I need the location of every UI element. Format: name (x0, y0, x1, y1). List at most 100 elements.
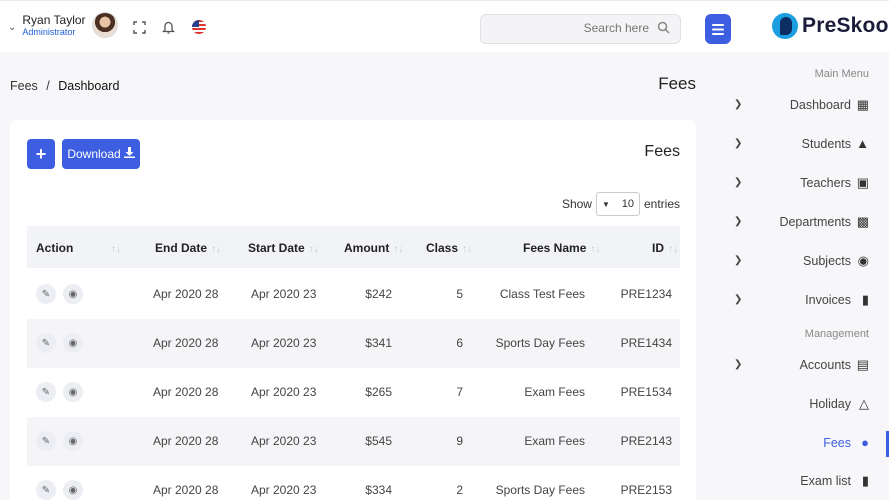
cell-amount: $334 (365, 483, 392, 497)
sidebar-item-label: Holiday (809, 397, 851, 411)
sort-icon: ↑↓ (668, 244, 678, 255)
sort-icon: ↑↓ (590, 244, 601, 255)
entries-select[interactable]: ▼ 10 (595, 192, 640, 216)
breadcrumb-separator: / (46, 79, 50, 93)
sidebar-item-label: Invoices (805, 293, 851, 307)
chevron-right-icon: ❯ (734, 138, 743, 149)
cell-start-date: Apr 2020 23 (251, 287, 317, 301)
add-fee-button[interactable]: + (27, 139, 55, 169)
logo[interactable]: PreSkool (772, 13, 889, 39)
cell-amount: $545 (365, 434, 392, 448)
cell-start-date: Apr 2020 23 (251, 336, 317, 350)
sidebar-item-fees[interactable]: Fees ● (717, 431, 889, 457)
clipboard-icon: ▮ (861, 292, 869, 307)
sort-icon[interactable]: ↑↓ (107, 241, 121, 255)
user-role: Administrator (22, 26, 76, 37)
cell-fees-name: Sports Day Fees (495, 336, 585, 350)
download-label: Download (67, 147, 121, 161)
column-header-fees-name[interactable]: Fees Name ↑↓ (523, 241, 600, 255)
sidebar-item-invoices[interactable]: ❯ Invoices ▮ (717, 288, 889, 314)
column-header-id[interactable]: ID ↑↓ (652, 241, 678, 255)
cell-class: 6 (456, 336, 463, 350)
cell-end-date: Apr 2020 28 (153, 287, 219, 301)
view-icon[interactable]: ◉ (63, 382, 83, 402)
table-row: ✎ ◉ Apr 2020 28 Apr 2020 23 $334 2 Sports Day … (27, 466, 680, 500)
add-label: + (35, 143, 47, 164)
sidebar-item-subjects[interactable]: ❯ Subjects ◉ (717, 249, 889, 275)
column-header-action[interactable]: Action (36, 241, 73, 255)
user-menu[interactable]: ⌄ Ryan Taylor Administrator (8, 12, 118, 38)
column-header-class[interactable]: Class ↑↓ (426, 241, 472, 255)
fullscreen-icon[interactable] (130, 18, 148, 36)
logo-text: PreSkool (802, 14, 889, 37)
chalkboard-teacher-icon: ▣ (856, 175, 869, 190)
entries-value: 10 (621, 198, 634, 210)
hamburger-menu-button[interactable] (705, 14, 731, 44)
chevron-right-icon: ❯ (734, 177, 743, 188)
entries-selector: Show ▼ 10 entries (540, 192, 680, 216)
cell-class: 9 (456, 434, 463, 448)
sidebar-item-dashboard[interactable]: ❯ Dashboard ▦ (717, 93, 889, 119)
breadcrumb-current: Dashboard (58, 79, 120, 93)
cell-class: 7 (456, 385, 463, 399)
sort-icon: ↑↓ (462, 244, 473, 255)
sidebar-item-label: Accounts (799, 358, 851, 372)
cell-amount: $242 (365, 287, 392, 301)
cell-end-date: Apr 2020 28 (153, 385, 219, 399)
search-icon[interactable] (657, 21, 670, 37)
sidebar-item-label: Students (801, 137, 851, 151)
view-icon[interactable]: ◉ (63, 333, 83, 353)
avatar[interactable] (91, 12, 118, 38)
view-icon[interactable]: ◉ (63, 431, 83, 451)
edit-icon[interactable]: ✎ (36, 284, 56, 304)
sidebar-item-holiday[interactable]: Holiday △ (717, 392, 889, 418)
table-row: ✎ ◉ Apr 2020 28 Apr 2020 23 $265 7 Exam Fees PR… (27, 368, 680, 417)
edit-icon[interactable]: ✎ (36, 382, 56, 402)
cell-start-date: Apr 2020 23 (251, 483, 317, 497)
top-bar: ⌄ Ryan Taylor Administrator PreSkool (0, 0, 889, 52)
chevron-right-icon: ❯ (734, 255, 743, 266)
column-header-amount[interactable]: Amount ↑↓ (344, 241, 403, 255)
sidebar-item-label: Exam list (800, 474, 851, 488)
cell-amount: $341 (365, 336, 392, 350)
page-title: Fees (658, 74, 696, 93)
cell-fees-name: Exam Fees (524, 434, 585, 448)
edit-icon[interactable]: ✎ (36, 480, 56, 500)
download-icon (123, 147, 135, 161)
view-icon[interactable]: ◉ (63, 284, 83, 304)
column-header-end-date[interactable]: End Date ↑↓ (155, 241, 221, 255)
sidebar-item-teachers[interactable]: ❯ Teachers ▣ (717, 171, 889, 197)
sidebar-item-accounts[interactable]: ❯ Accounts ▤ (717, 353, 889, 379)
sidebar-item-departments[interactable]: ❯ Departments ▩ (717, 210, 889, 236)
building-icon: ▩ (856, 214, 869, 229)
chevron-right-icon: ❯ (734, 99, 743, 110)
user-info: Ryan Taylor Administrator (22, 13, 85, 38)
sidebar-item-exam-list[interactable]: Exam list ▮ (717, 469, 889, 495)
us-flag-icon[interactable] (190, 18, 208, 36)
chevron-down-icon[interactable]: ⌄ (8, 22, 16, 33)
cell-id: PRE2143 (620, 434, 672, 448)
cell-start-date: Apr 2020 23 (251, 434, 317, 448)
search-box[interactable] (480, 14, 681, 44)
cell-end-date: Apr 2020 28 (153, 434, 219, 448)
card-title: Fees (644, 143, 680, 160)
user-name: Ryan Taylor (22, 12, 86, 27)
column-header-start-date[interactable]: Start Date ↑↓ (248, 241, 319, 255)
breadcrumb-parent[interactable]: Fees (10, 79, 38, 93)
edit-icon[interactable]: ✎ (36, 333, 56, 353)
clipboard-list-icon: ▮ (861, 473, 869, 488)
view-icon[interactable]: ◉ (63, 480, 83, 500)
logo-mark (772, 13, 798, 39)
sort-icon: ↑↓ (308, 244, 319, 255)
search-input[interactable] (489, 21, 649, 35)
sort-icon: ↑↓ (393, 244, 404, 255)
sidebar-item-students[interactable]: ❯ Students ▲ (717, 132, 889, 158)
sidebar-item-label: Subjects (803, 254, 851, 268)
download-button[interactable]: Download (62, 139, 140, 169)
cell-end-date: Apr 2020 28 (153, 336, 219, 350)
bell-icon[interactable] (159, 18, 177, 36)
management-title: Management (804, 328, 869, 340)
table-row: ✎ ◉ Apr 2020 28 Apr 2020 23 $545 9 Exam Fees PR… (27, 417, 680, 466)
cell-end-date: Apr 2020 28 (153, 483, 219, 497)
edit-icon[interactable]: ✎ (36, 431, 56, 451)
